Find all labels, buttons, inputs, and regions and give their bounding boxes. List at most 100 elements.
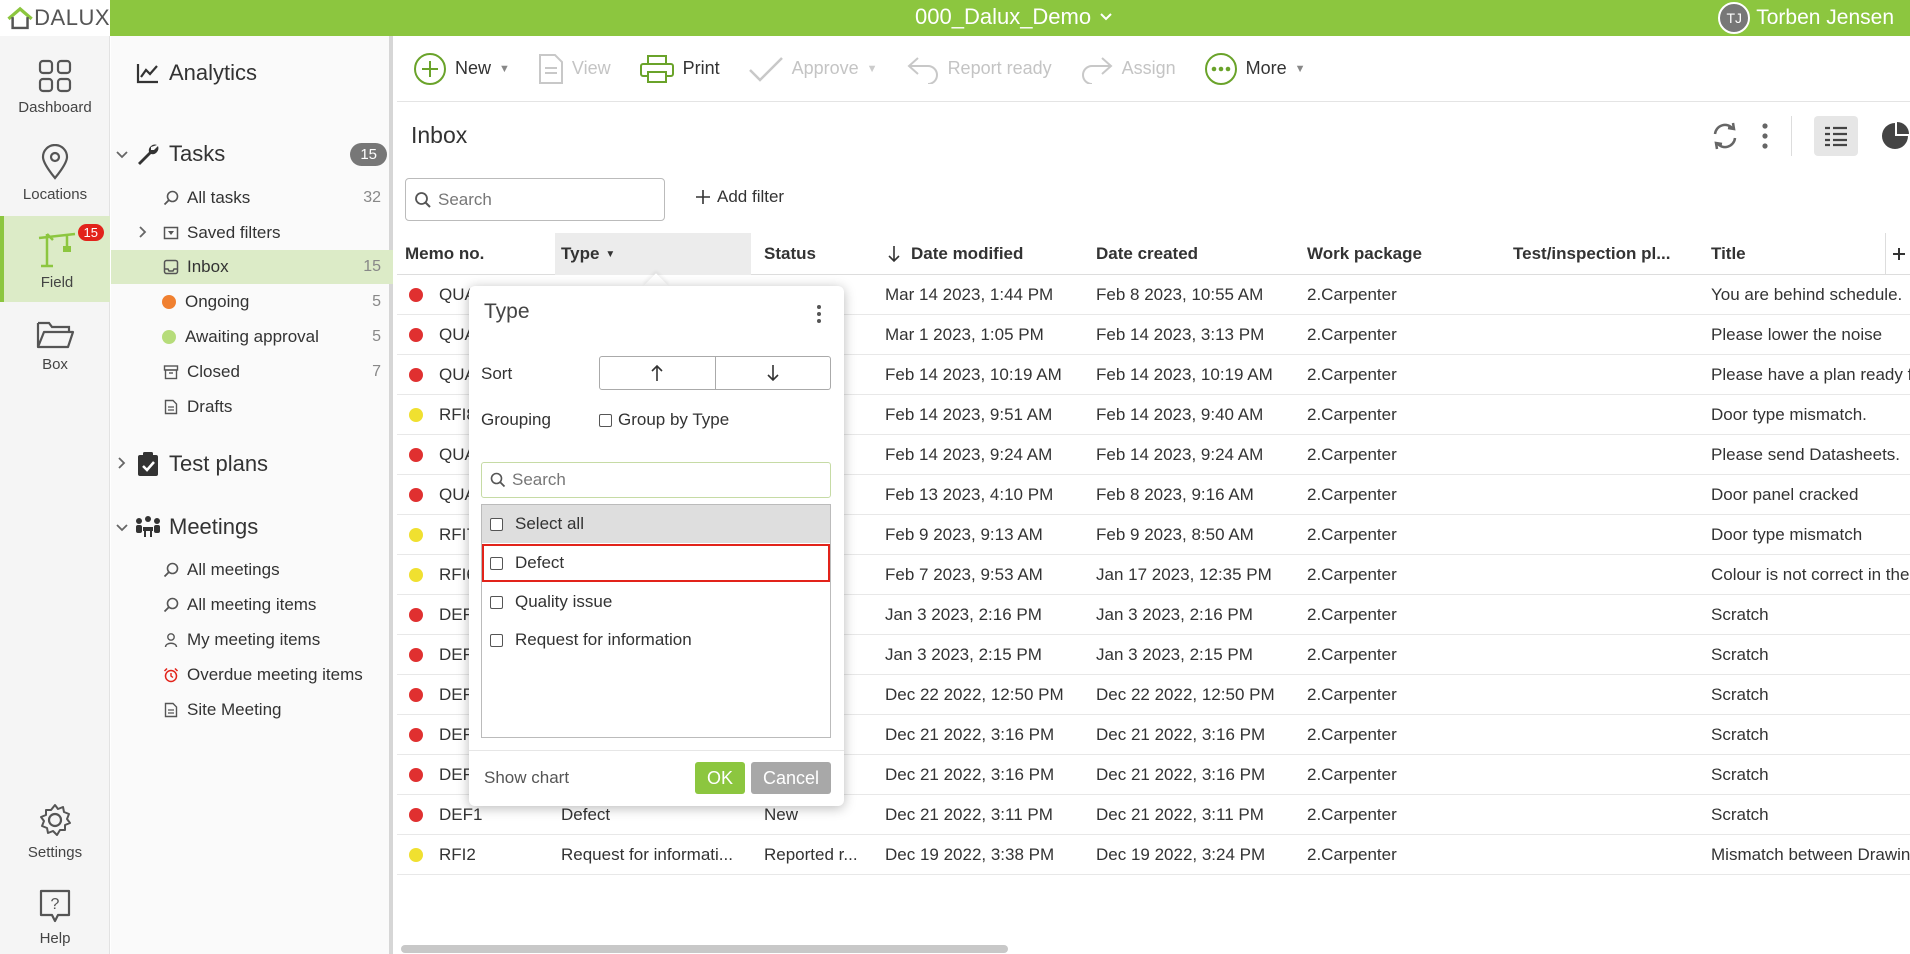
column-header-label: Memo no. [405,244,485,263]
status-dot [409,288,423,302]
group-by-checkbox[interactable]: Group by Type [599,410,729,430]
more-button[interactable]: More ▼ [1204,52,1306,86]
print-button[interactable]: Print [639,54,720,84]
checkbox[interactable] [490,633,503,647]
cell-title: Mismatch between Drawin [1711,845,1910,864]
column-header-status[interactable]: Status [764,233,874,275]
column-header-title[interactable]: Title [1711,233,1881,275]
crane-icon [38,232,76,267]
status-dot [409,648,423,662]
column-header-date-modified[interactable]: Date modified [887,233,1087,275]
checkbox[interactable] [490,556,503,570]
ok-button[interactable]: OK [695,762,745,794]
sidebar-test-plans[interactable]: Test plans [111,446,393,482]
popup-title: Type [484,300,530,323]
kebab-menu-icon [817,305,821,323]
sidebar-item-site-meeting[interactable]: Site Meeting [111,693,393,727]
sidebar-item-count: 32 [363,189,381,206]
option-select-all[interactable]: Select all [482,505,830,543]
checkbox[interactable] [490,517,503,531]
checkbox[interactable] [490,595,503,609]
column-header-label: Test/inspection pl... [1513,244,1671,263]
popup-search-input[interactable] [512,470,812,490]
report-ready-button[interactable]: Report ready [906,54,1052,84]
sidebar-tasks[interactable]: Tasks 15 [111,136,393,172]
column-header-type[interactable]: Type ▼ [555,233,751,275]
dashboard-icon [38,59,72,92]
header-more-button[interactable] [1761,122,1769,150]
nav-field[interactable]: 15 Field [0,216,110,302]
sidebar-item-inbox[interactable]: Inbox 15 [111,250,393,284]
clipboard-check-icon [138,452,158,476]
sidebar-item-ongoing[interactable]: Ongoing 5 [111,285,393,319]
option-request-for-information[interactable]: Request for information [482,621,830,659]
option-defect[interactable]: Defect [482,544,830,582]
cell-package: 2.Carpenter [1307,765,1397,784]
sidebar-item-closed[interactable]: Closed 7 [111,355,393,389]
chart-view-button[interactable] [1880,121,1910,151]
nav-dashboard[interactable]: Dashboard [0,44,110,130]
nav-dashboard-label: Dashboard [18,98,92,116]
dalux-logo[interactable]: DALUX [0,0,110,36]
sort-ascending-button[interactable] [600,357,715,389]
sidebar-item-all-meeting-items[interactable]: All meeting items [111,588,393,622]
refresh-button[interactable] [1711,121,1739,151]
sidebar-item-drafts[interactable]: Drafts [111,390,393,424]
nav-locations[interactable]: Locations [0,130,110,216]
popup-menu-button[interactable] [816,304,822,329]
option-quality-issue[interactable]: Quality issue [482,583,830,621]
column-header-test-inspection[interactable]: Test/inspection pl... [1513,233,1703,275]
approve-button[interactable]: Approve ▼ [748,56,878,82]
sort-descending-button[interactable] [714,357,831,389]
cell-inspection [1513,315,1703,355]
nav-help[interactable]: ? Help [0,874,110,954]
chevron-down-icon [116,151,128,159]
sort-down-arrow-icon [888,246,900,263]
sidebar-item-overdue-meeting-items[interactable]: Overdue meeting items [111,658,393,692]
sidebar-meetings[interactable]: Meetings [111,509,393,545]
plus-circle-icon [414,52,446,85]
checkbox[interactable] [599,413,612,427]
status-dot [409,608,423,622]
sidebar-item-saved-filters[interactable]: Saved filters [111,216,393,250]
chevron-right-icon [139,226,147,238]
sort-buttons [599,356,831,390]
project-selector[interactable]: 000_Dalux_Demo [915,4,1113,30]
sidebar-item-my-meeting-items[interactable]: My meeting items [111,623,393,657]
view-button[interactable]: View [538,53,611,85]
sidebar-item-awaiting-approval[interactable]: Awaiting approval 5 [111,320,393,354]
nav-settings-label: Settings [27,843,83,861]
cell-package: 2.Carpenter [1307,405,1397,424]
caret-down-icon: ▼ [499,62,510,75]
arrow-up-icon [651,364,663,381]
assign-button[interactable]: Assign [1080,54,1176,84]
list-view-button[interactable] [1814,116,1858,156]
sidebar-item-all-tasks[interactable]: All tasks 32 [111,181,393,215]
add-filter-button[interactable]: Add filter [695,187,784,207]
kebab-menu-icon [1762,123,1768,149]
add-column-button[interactable] [1885,233,1910,275]
option-label: Select all [515,514,584,533]
sidebar-item-label: All meetings [187,560,280,579]
new-button[interactable]: New ▼ [413,52,510,86]
search-input[interactable] [438,189,648,210]
cell-created: Dec 22 2022, 12:50 PM [1096,685,1275,704]
cell-created: Jan 17 2023, 12:35 PM [1096,565,1272,584]
checkmark-icon [748,56,783,82]
sidebar-analytics[interactable]: Analytics [111,56,393,90]
horizontal-scrollbar[interactable] [401,945,1008,953]
sidebar-item-label: Closed [187,362,240,381]
option-label: Request for information [515,630,692,649]
nav-settings[interactable]: Settings [0,788,110,874]
column-header-work-package[interactable]: Work package [1307,233,1507,275]
nav-box[interactable]: Box [0,302,110,388]
caret-down-icon: ▼ [1294,62,1306,75]
grouping-label: Grouping [481,410,551,429]
sidebar-item-all-meetings[interactable]: All meetings [111,553,393,587]
column-header-memo[interactable]: Memo no. [405,233,545,275]
column-header-date-created[interactable]: Date created [1096,233,1296,275]
user-menu[interactable]: TJ Torben Jensen [1718,2,1894,34]
table-row[interactable]: RFI2 Request for informati... Reported r..… [397,835,1910,875]
show-chart-link[interactable]: Show chart [484,768,569,788]
cancel-button[interactable]: Cancel [751,762,831,794]
